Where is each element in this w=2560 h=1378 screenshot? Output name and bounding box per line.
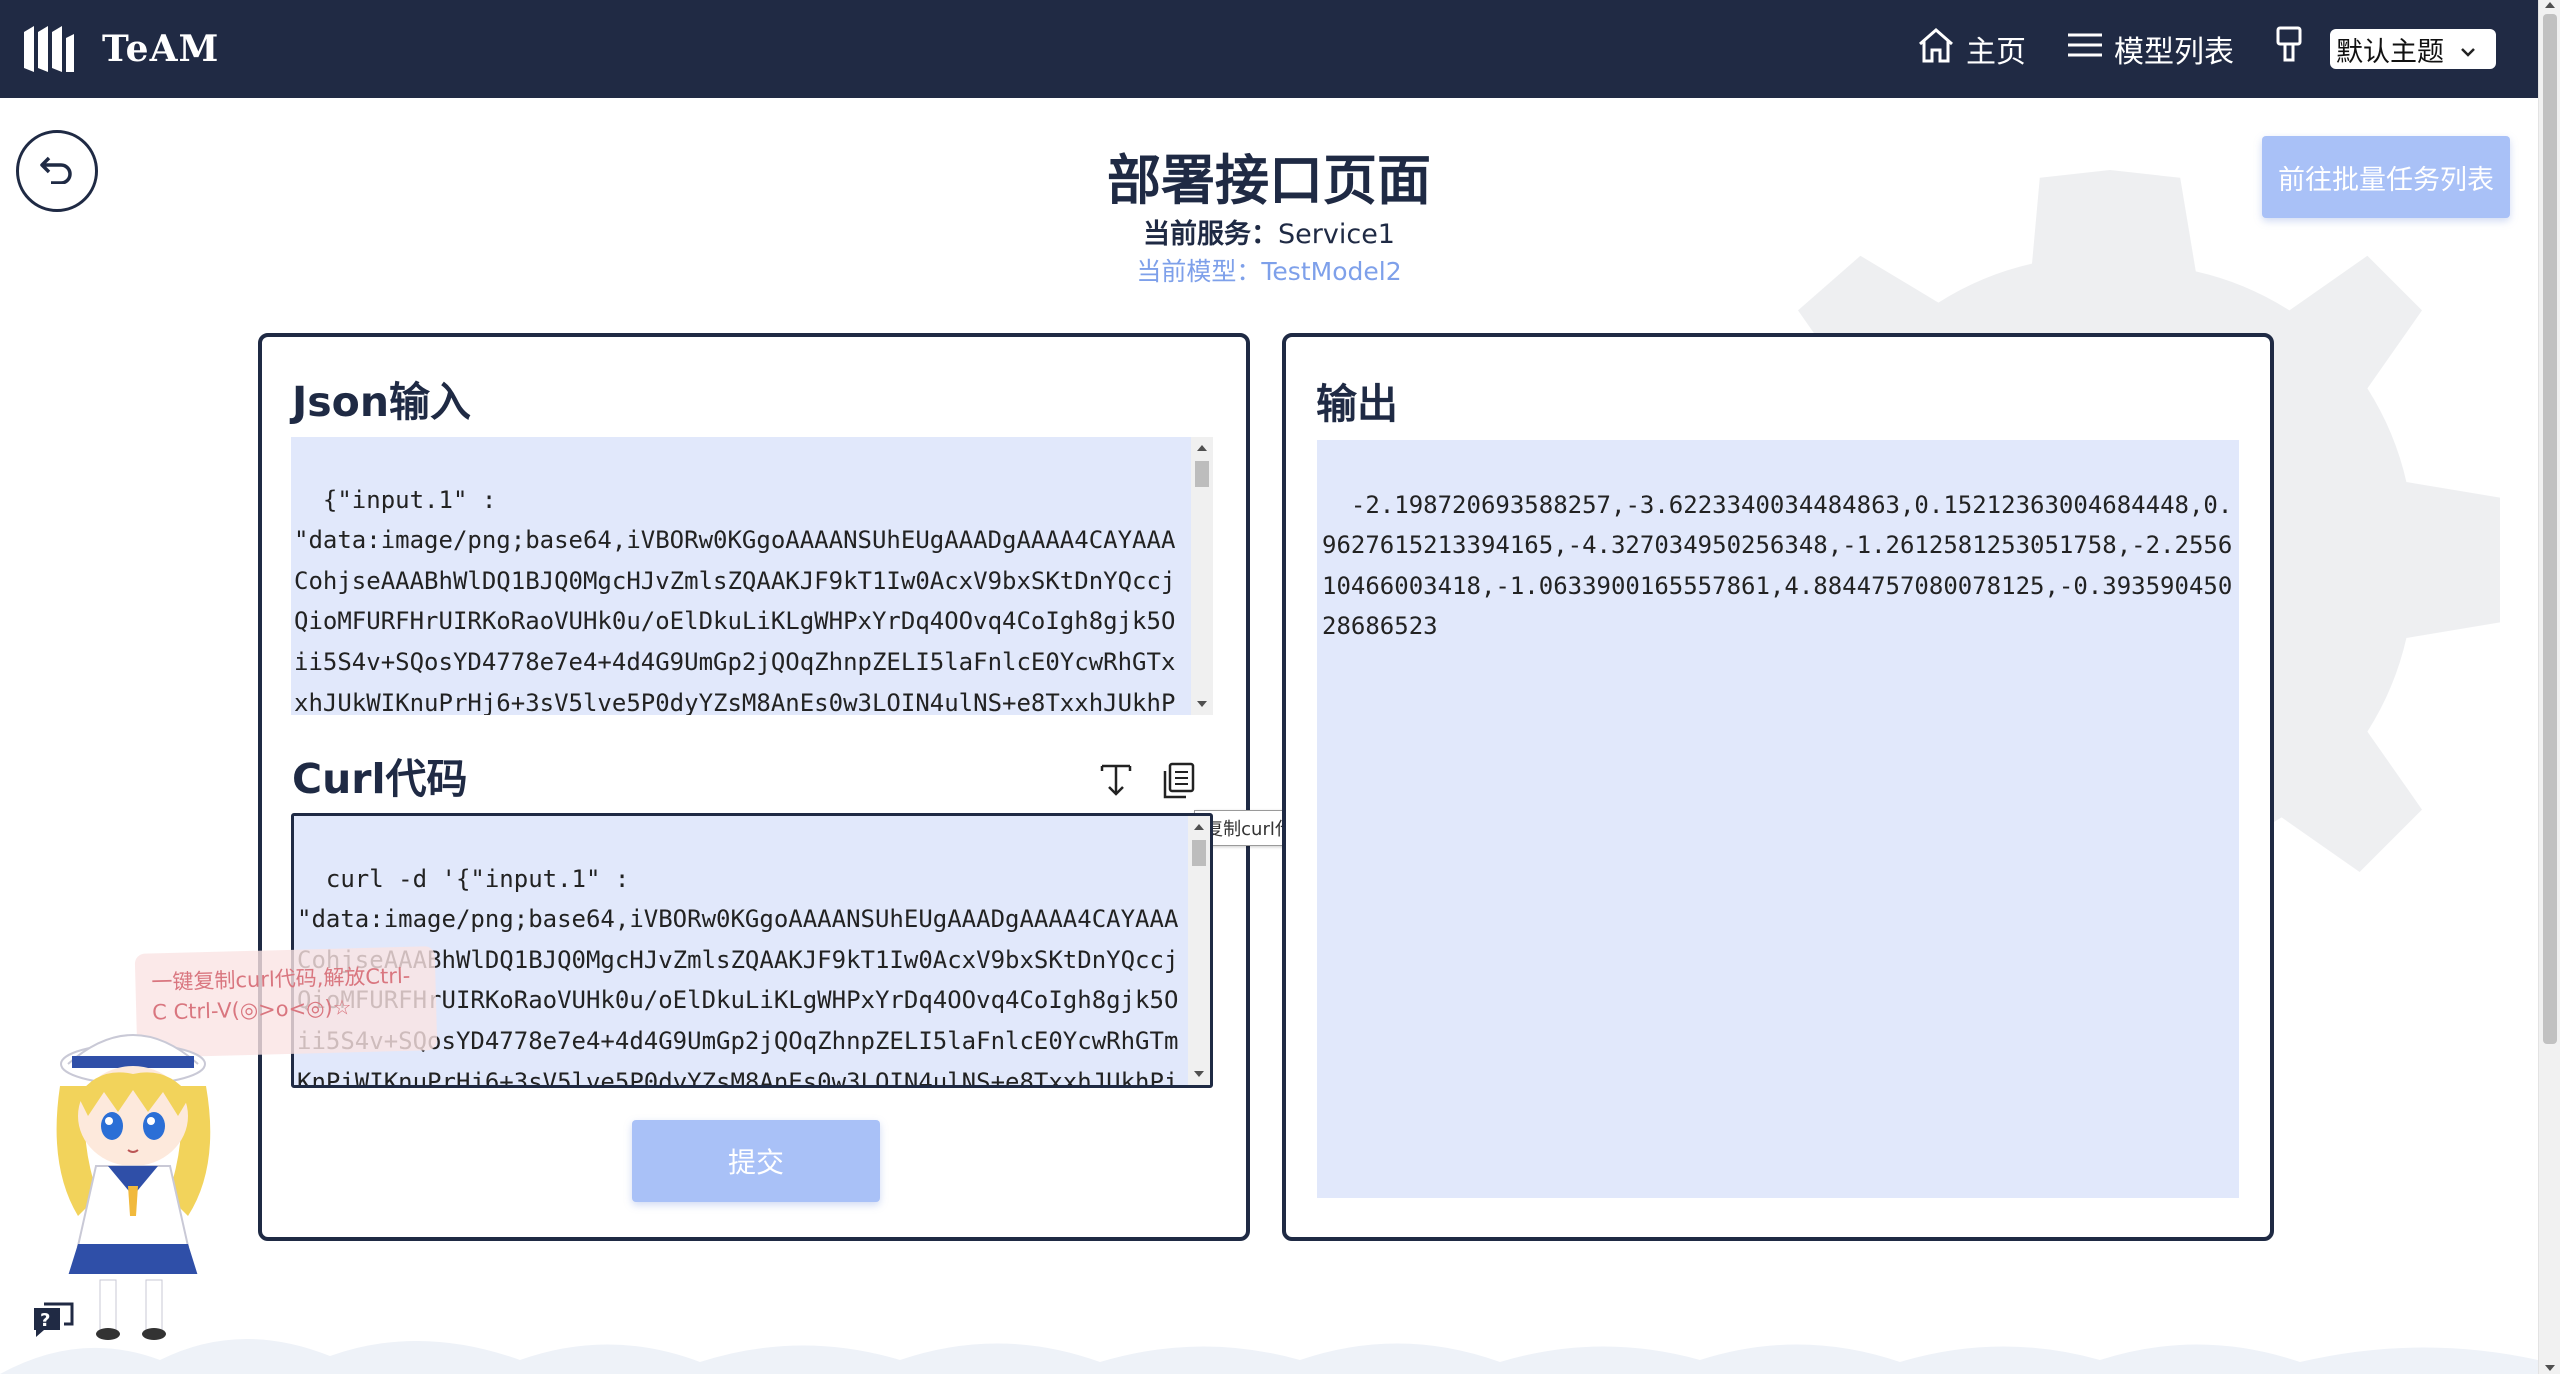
theme-select-value: 默认主题 <box>2336 36 2444 68</box>
nav-home-label: 主页 <box>1966 35 2026 70</box>
copy-icon[interactable] <box>1160 762 1196 804</box>
top-navbar: TeAM 主页 模型列表 默认主题 <box>0 0 2538 98</box>
json-input-value: {"input.1" : "data:image/png;base64,iVBO… <box>294 485 1176 715</box>
scroll-up-arrow[interactable] <box>1194 824 1204 830</box>
nav-models-label: 模型列表 <box>2114 35 2234 70</box>
model-value: TestModel2 <box>1261 257 1402 286</box>
theme-switcher[interactable]: 默认主题 <box>2274 26 2496 72</box>
output-value: -2.198720693588257,-3.6223340034484863,0… <box>1322 490 2233 641</box>
batch-task-list-button[interactable]: 前往批量任务列表 <box>2262 136 2510 218</box>
scroll-down-arrow[interactable] <box>2545 1365 2555 1371</box>
json-input-textarea[interactable]: {"input.1" : "data:image/png;base64,iVBO… <box>291 437 1213 715</box>
main-nav: 主页 模型列表 默认主题 <box>1876 0 2496 98</box>
curl-code-scrollbar[interactable] <box>1188 816 1210 1085</box>
output-textarea[interactable]: -2.198720693588257,-3.6223340034484863,0… <box>1317 440 2239 1198</box>
current-service: 当前服务：Service1 <box>0 212 2538 251</box>
scroll-up-arrow[interactable] <box>1197 445 1207 451</box>
service-value: Service1 <box>1278 219 1395 250</box>
scroll-thumb[interactable] <box>1195 461 1209 487</box>
nav-models[interactable]: 模型列表 <box>2066 27 2234 71</box>
svg-text:?: ? <box>40 1310 50 1331</box>
brand-name: TeAM <box>102 28 220 70</box>
menu-list-icon <box>2066 30 2114 68</box>
service-label: 当前服务： <box>1143 219 1279 250</box>
page-scrollbar[interactable] <box>2538 0 2560 1374</box>
team-logo-icon <box>22 24 76 74</box>
output-title: 输出 <box>1316 380 1398 428</box>
current-model: 当前模型：TestModel2 <box>0 252 2538 288</box>
curl-code-title: Curl代码 <box>292 755 468 803</box>
scroll-up-arrow[interactable] <box>2545 2 2555 8</box>
brand[interactable]: TeAM <box>22 24 219 74</box>
scroll-down-arrow[interactable] <box>1194 1071 1204 1077</box>
nav-home[interactable]: 主页 <box>1916 26 2026 72</box>
text-format-icon[interactable] <box>1098 762 1134 802</box>
scroll-thumb[interactable] <box>1192 840 1206 866</box>
page-title: 部署接口页面 <box>1107 149 1431 212</box>
model-label: 当前模型： <box>1136 257 1262 286</box>
json-input-scrollbar[interactable] <box>1191 437 1213 715</box>
scroll-down-arrow[interactable] <box>1197 701 1207 707</box>
scroll-thumb[interactable] <box>2543 14 2557 1044</box>
help-chat-icon[interactable]: ? <box>30 1300 76 1344</box>
chevron-down-icon <box>2460 34 2486 65</box>
paint-brush-icon <box>2274 26 2314 72</box>
theme-select[interactable]: 默认主题 <box>2330 29 2496 69</box>
home-icon <box>1916 26 1966 72</box>
background-cloud-decoration <box>0 1310 2538 1374</box>
json-input-title: Json输入 <box>292 378 472 426</box>
submit-button[interactable]: 提交 <box>632 1120 880 1202</box>
